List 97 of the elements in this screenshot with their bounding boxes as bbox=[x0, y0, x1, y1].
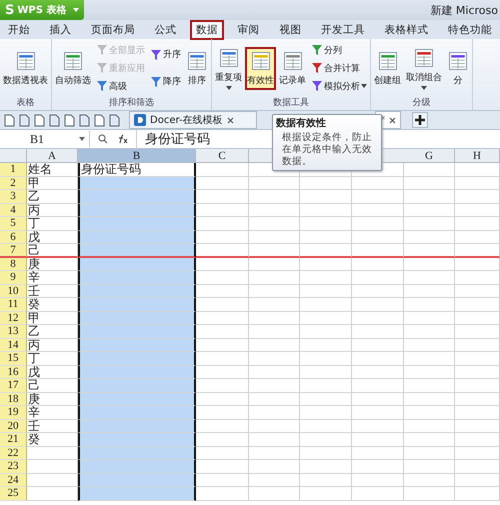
ribbon-button[interactable]: 高级 bbox=[94, 78, 147, 94]
row-header[interactable]: 8 bbox=[0, 258, 27, 271]
tooltip-text: 根据设定条件，防止在单元格中输入无效数据。 bbox=[281, 132, 373, 168]
ribbon-button[interactable]: 取消组合 bbox=[404, 44, 444, 92]
row-header[interactable]: 22 bbox=[0, 446, 27, 460]
toolbar-file-icon[interactable] bbox=[33, 114, 45, 126]
ribbon-tab[interactable]: 插入 bbox=[44, 20, 78, 40]
ribbon-button[interactable]: 升序 bbox=[148, 47, 183, 62]
toolbar-file-icon[interactable] bbox=[48, 114, 60, 126]
table-icon bbox=[447, 50, 469, 72]
filter-icon bbox=[96, 80, 108, 92]
row-header[interactable]: 16 bbox=[0, 366, 27, 379]
row-header[interactable]: 3 bbox=[0, 190, 27, 204]
name-box[interactable]: B1 bbox=[0, 131, 90, 147]
row-header[interactable]: 24 bbox=[0, 474, 27, 487]
table-icon bbox=[218, 46, 240, 68]
group-label: 数据工具 bbox=[273, 96, 309, 110]
tooltip-title: 数据有效性 bbox=[276, 118, 327, 130]
toolbar-file-icon[interactable] bbox=[63, 114, 75, 126]
ribbon-tab[interactable]: 审阅 bbox=[232, 20, 266, 40]
group-label: 分级 bbox=[412, 96, 430, 110]
caret-icon bbox=[73, 8, 80, 12]
row-header[interactable]: 20 bbox=[0, 420, 27, 433]
search-icon[interactable] bbox=[98, 134, 108, 144]
group-label: 表格 bbox=[16, 96, 34, 110]
ribbon-tab[interactable]: 特色功能 bbox=[442, 20, 498, 40]
ribbon-button[interactable]: 自动筛选 bbox=[53, 46, 93, 90]
table-icon bbox=[14, 50, 36, 72]
row-header[interactable]: 15 bbox=[0, 352, 27, 366]
ribbon-button[interactable]: 排序 bbox=[184, 46, 210, 90]
close-icon[interactable] bbox=[389, 116, 396, 124]
row-header[interactable]: 17 bbox=[0, 379, 27, 392]
row-header[interactable]: 13 bbox=[0, 325, 27, 338]
ribbon-tab[interactable]: 公式 bbox=[148, 20, 183, 40]
ribbon-button[interactable]: 记录单 bbox=[277, 46, 308, 90]
row-header[interactable]: 4 bbox=[0, 204, 27, 217]
group-label: 排序和筛选 bbox=[109, 96, 154, 110]
filter-icon bbox=[311, 44, 323, 56]
ribbon-tab[interactable]: 数据 bbox=[190, 20, 224, 40]
window-title: 新建 Microso bbox=[430, 2, 499, 18]
row-header[interactable]: 12 bbox=[0, 312, 27, 325]
row-header[interactable]: 7 bbox=[0, 244, 27, 258]
ribbon-button[interactable]: 降序 bbox=[148, 74, 183, 89]
caret-icon bbox=[79, 137, 85, 141]
caret-icon bbox=[226, 86, 232, 90]
ribbon-tab[interactable]: 开发工具 bbox=[314, 20, 371, 40]
column-header[interactable]: B bbox=[78, 149, 196, 163]
row-header[interactable]: 6 bbox=[0, 230, 27, 244]
filter-icon bbox=[150, 48, 162, 60]
ribbon-button[interactable]: 数据透视表 bbox=[1, 46, 50, 90]
filter-icon bbox=[311, 80, 323, 92]
filter-icon bbox=[96, 62, 108, 74]
ribbon-button[interactable]: 模拟分析 bbox=[309, 78, 369, 94]
ribbon-tab[interactable]: 开始 bbox=[2, 20, 36, 40]
document-icon bbox=[134, 114, 146, 126]
row-header[interactable]: 10 bbox=[0, 284, 27, 298]
ribbon-button[interactable]: 重复项 bbox=[213, 44, 244, 92]
table-icon bbox=[62, 50, 84, 72]
ribbon-button[interactable]: 分 bbox=[445, 46, 471, 90]
caret-icon bbox=[361, 84, 367, 88]
ribbon-button[interactable]: 有效性 bbox=[245, 46, 276, 90]
table-icon bbox=[186, 50, 208, 72]
toolbar-file-icon[interactable] bbox=[93, 114, 105, 126]
toolbar-file-icon[interactable] bbox=[3, 114, 15, 126]
row-header[interactable]: 9 bbox=[0, 271, 27, 284]
filter-icon bbox=[311, 62, 323, 74]
row-header[interactable]: 19 bbox=[0, 406, 27, 420]
close-icon[interactable] bbox=[226, 116, 234, 124]
table-icon bbox=[250, 50, 272, 72]
row-header[interactable]: 18 bbox=[0, 392, 27, 406]
row-header[interactable]: 5 bbox=[0, 217, 27, 230]
row-header[interactable]: 2 bbox=[0, 176, 27, 190]
toolbar-file-icon[interactable] bbox=[108, 114, 120, 126]
row-header[interactable]: 11 bbox=[0, 298, 27, 312]
toolbar-file-icon[interactable] bbox=[18, 114, 30, 126]
ribbon-tab[interactable]: 页面布局 bbox=[85, 20, 142, 40]
ribbon-button[interactable]: 分列 bbox=[309, 42, 369, 58]
row-header[interactable]: 25 bbox=[0, 487, 27, 500]
ribbon-tab[interactable]: 表格样式 bbox=[378, 20, 434, 40]
row-header[interactable]: 14 bbox=[0, 338, 27, 352]
add-tab-icon[interactable] bbox=[412, 112, 428, 128]
ribbon-tab[interactable]: 视图 bbox=[273, 20, 308, 40]
filter-icon bbox=[150, 76, 162, 88]
table-icon bbox=[376, 50, 398, 72]
table-icon bbox=[282, 50, 304, 72]
document-tab[interactable]: Docer-在线模板 bbox=[129, 111, 257, 129]
row-header[interactable]: 21 bbox=[0, 433, 27, 446]
ribbon-button[interactable]: 合并计算 bbox=[309, 60, 369, 76]
filter-icon bbox=[96, 44, 108, 56]
table-cell: 姓名 bbox=[27, 163, 78, 176]
function-icon[interactable] bbox=[116, 134, 128, 144]
table-icon bbox=[413, 46, 435, 68]
caret-icon bbox=[421, 86, 427, 90]
row-header[interactable]: 1 bbox=[0, 163, 27, 176]
toolbar-file-icon[interactable] bbox=[78, 114, 90, 126]
ribbon-button[interactable]: 创建组 bbox=[372, 46, 403, 90]
row-header[interactable]: 23 bbox=[0, 460, 27, 474]
